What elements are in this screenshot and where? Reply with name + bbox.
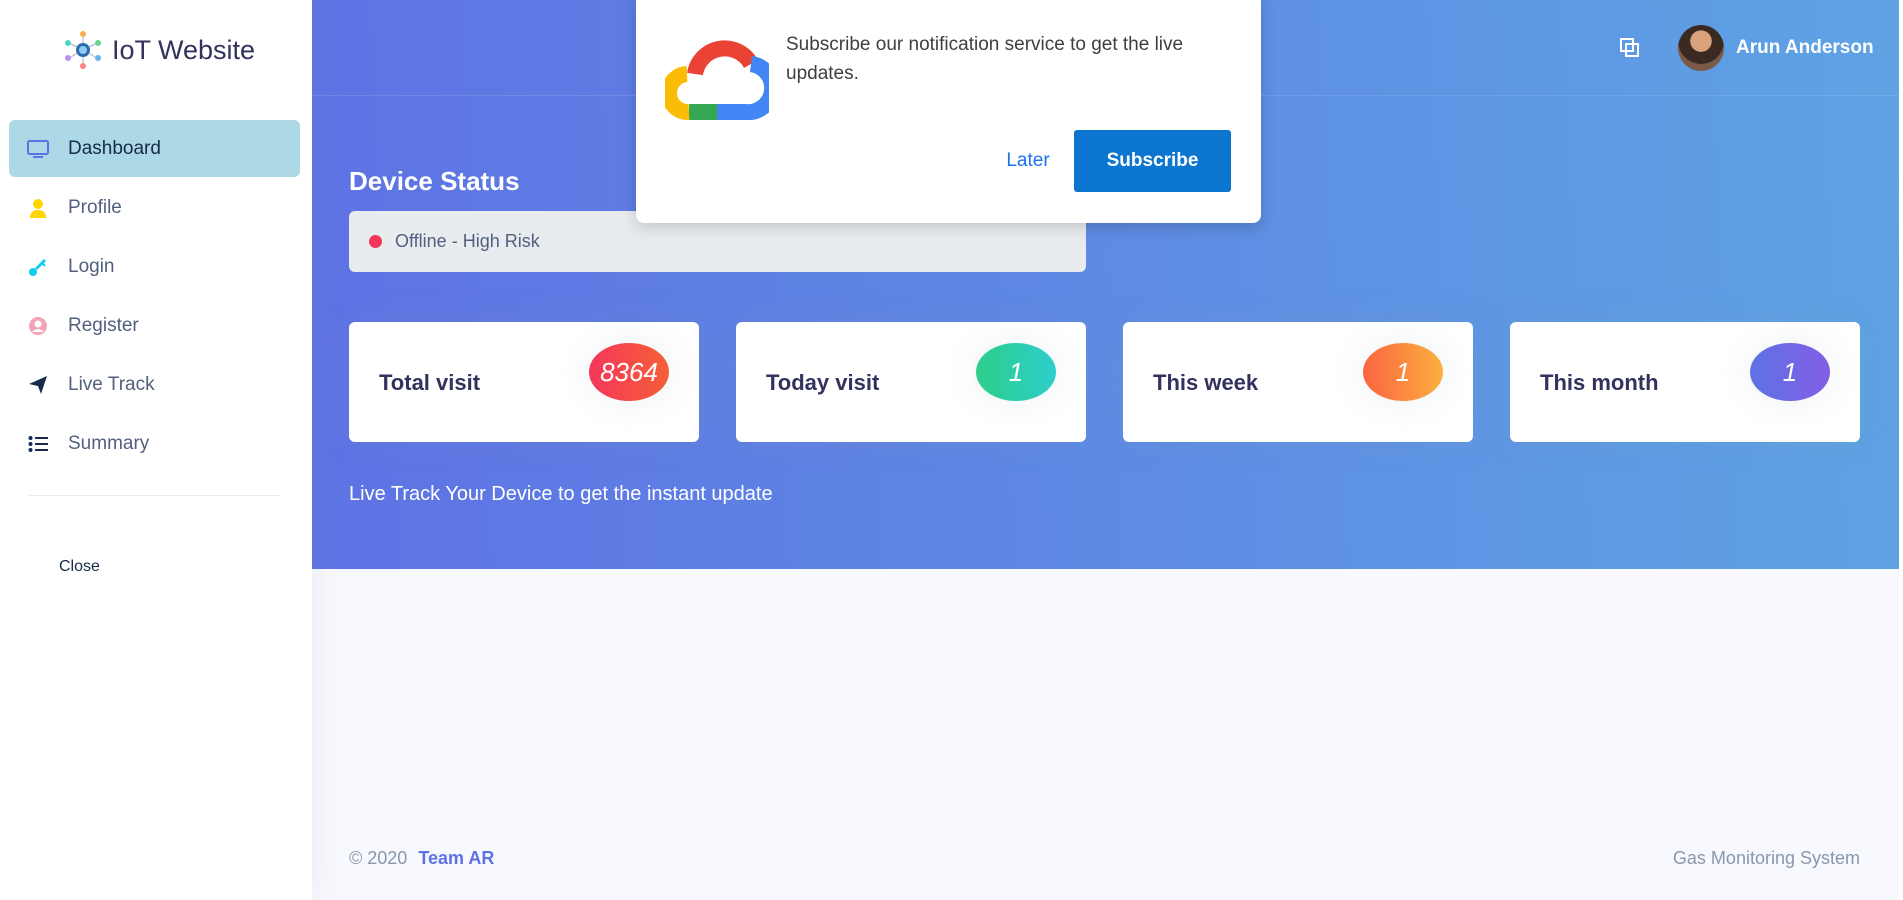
device-status-text: Offline - High Risk — [395, 231, 540, 251]
page-scrollbar[interactable] — [1899, 0, 1903, 900]
sidebar-item-label: Profile — [68, 196, 122, 218]
stat-value-badge: 1 — [1750, 343, 1830, 401]
close-sidebar-link[interactable]: Close — [59, 558, 100, 576]
live-track-text: Live Track Your Device to get the instan… — [349, 483, 773, 505]
google-cloud-icon — [660, 34, 781, 121]
sidebar-item-dashboard[interactable]: Dashboard — [9, 120, 300, 177]
sidebar-divider — [29, 495, 280, 496]
sidebar-item-profile[interactable]: Profile — [9, 179, 300, 236]
stat-value-badge: 1 — [976, 343, 1056, 401]
copyright-text: © 2020 — [349, 848, 408, 868]
later-button[interactable]: Later — [972, 130, 1084, 192]
sidebar-item-label: Summary — [68, 432, 150, 454]
user-name: Arun Anderson — [1736, 37, 1874, 58]
user-icon — [27, 197, 49, 219]
stat-card-today-visit: Today visit 1 — [736, 322, 1086, 442]
subscribe-button[interactable]: Subscribe — [1074, 130, 1231, 192]
copy-icon[interactable] — [1618, 36, 1640, 58]
team-link[interactable]: Team AR — [418, 848, 494, 868]
status-dot-icon — [369, 235, 382, 248]
sidebar: IoT Website Dashboard Profile Login Regi… — [0, 0, 312, 900]
key-icon — [27, 256, 49, 278]
stat-label: Total visit — [379, 370, 481, 395]
stat-value-badge: 8364 — [589, 343, 669, 401]
sidebar-item-label: Register — [68, 314, 139, 336]
send-icon — [27, 374, 49, 396]
device-status-title: Device Status — [349, 166, 520, 196]
stat-card-this-month: This month 1 — [1510, 322, 1860, 442]
sidebar-nav: Dashboard Profile Login Register Live Tr… — [9, 120, 300, 474]
stat-card-total-visit: Total visit 8364 — [349, 322, 699, 442]
user-circle-icon — [27, 315, 49, 337]
sidebar-item-label: Dashboard — [68, 137, 161, 159]
stat-label: This week — [1153, 370, 1259, 395]
stat-value-badge: 1 — [1363, 343, 1443, 401]
sidebar-item-summary[interactable]: Summary — [9, 415, 300, 472]
stat-label: Today visit — [766, 370, 880, 395]
popup-message: Subscribe our notification service to ge… — [786, 34, 1184, 84]
stat-label: This month — [1540, 370, 1659, 395]
notification-popup: Subscribe our notification service to ge… — [636, 0, 1261, 223]
sidebar-item-label: Live Track — [68, 373, 155, 395]
brand-logo-icon — [62, 29, 104, 71]
avatar — [1678, 25, 1724, 71]
list-icon — [27, 433, 49, 455]
sidebar-item-login[interactable]: Login — [9, 238, 300, 295]
brand[interactable]: IoT Website — [62, 28, 255, 72]
footer-copyright: © 2020 Team AR — [349, 848, 494, 869]
user-menu[interactable]: Arun Anderson — [1678, 25, 1874, 71]
brand-title: IoT Website — [112, 34, 256, 65]
sidebar-item-live-track[interactable]: Live Track — [9, 356, 300, 413]
sidebar-item-register[interactable]: Register — [9, 297, 300, 354]
monitor-icon — [27, 138, 49, 160]
sidebar-item-label: Login — [68, 255, 115, 277]
stat-card-this-week: This week 1 — [1123, 322, 1473, 442]
footer-system-link[interactable]: Gas Monitoring System — [1673, 848, 1860, 869]
